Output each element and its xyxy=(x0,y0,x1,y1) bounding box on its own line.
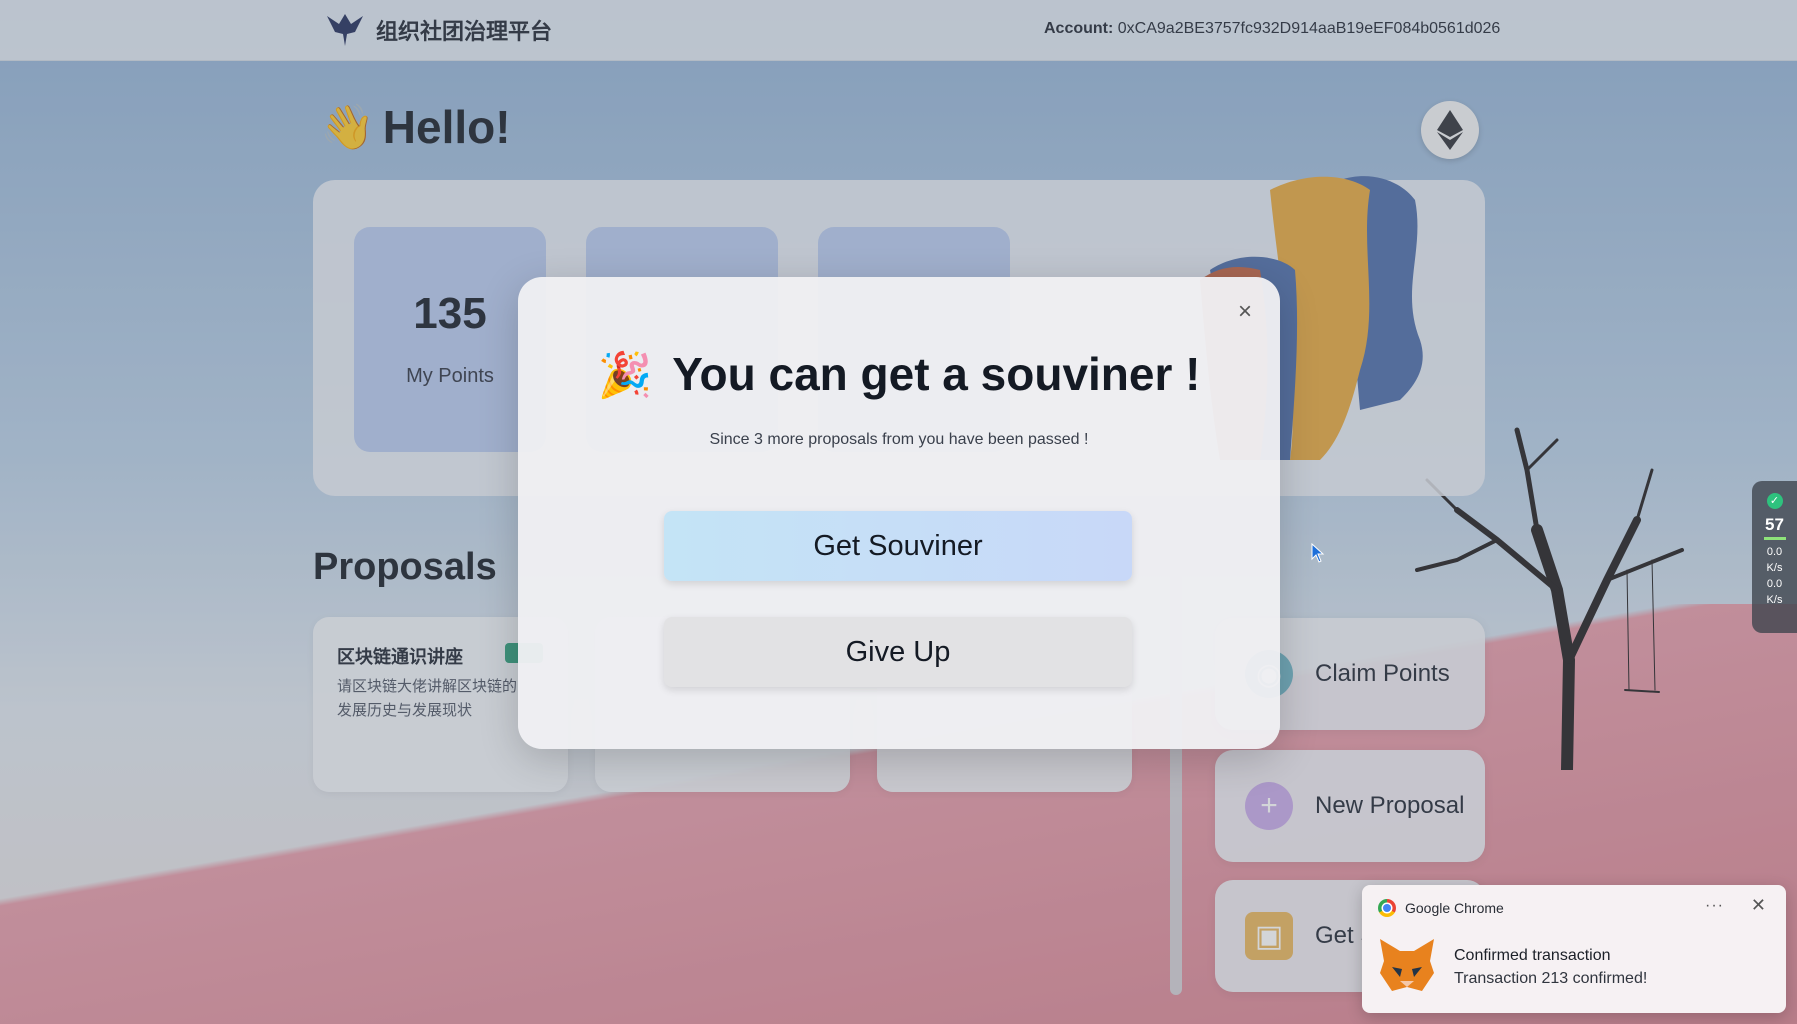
usage-bar xyxy=(1763,537,1786,540)
chrome-notification[interactable]: Google Chrome ··· ✕ Confirmed transactio… xyxy=(1362,885,1786,1013)
notification-header: Google Chrome xyxy=(1378,899,1504,917)
rate-unit: K/s xyxy=(1766,562,1783,574)
give-up-button[interactable]: Give Up xyxy=(664,617,1132,687)
network-monitor-widget[interactable]: ✓ 57 0.0 K/s 0.0 K/s xyxy=(1752,481,1797,633)
dialog-subtitle: Since 3 more proposals from you have bee… xyxy=(709,431,1089,448)
get-souvenir-confirm-button[interactable]: Get Souviner xyxy=(664,511,1132,581)
close-icon[interactable]: ✕ xyxy=(1751,895,1766,916)
close-icon[interactable]: × xyxy=(1230,297,1260,327)
souvenir-dialog: × 🎉 You can get a souviner ! Since 3 mor… xyxy=(518,277,1280,749)
mouse-cursor-icon xyxy=(1311,543,1325,563)
download-rate: 0.0 xyxy=(1766,578,1783,590)
metamask-fox-icon xyxy=(1380,939,1434,991)
notification-app-name: Google Chrome xyxy=(1405,900,1504,916)
check-icon: ✓ xyxy=(1766,493,1783,509)
more-options-icon[interactable]: ··· xyxy=(1705,897,1724,915)
notification-message: Transaction 213 confirmed! xyxy=(1454,970,1648,987)
rate-unit: K/s xyxy=(1766,594,1783,606)
chrome-icon xyxy=(1378,899,1396,917)
notification-title: Confirmed transaction xyxy=(1454,947,1611,964)
dialog-title-text: You can get a souviner ! xyxy=(672,348,1201,400)
upload-rate: 0.0 xyxy=(1766,546,1783,558)
cpu-percent: 57 xyxy=(1765,515,1784,534)
party-popper-icon: 🎉 xyxy=(597,351,653,400)
dialog-title: 🎉 You can get a souviner ! xyxy=(518,347,1280,401)
